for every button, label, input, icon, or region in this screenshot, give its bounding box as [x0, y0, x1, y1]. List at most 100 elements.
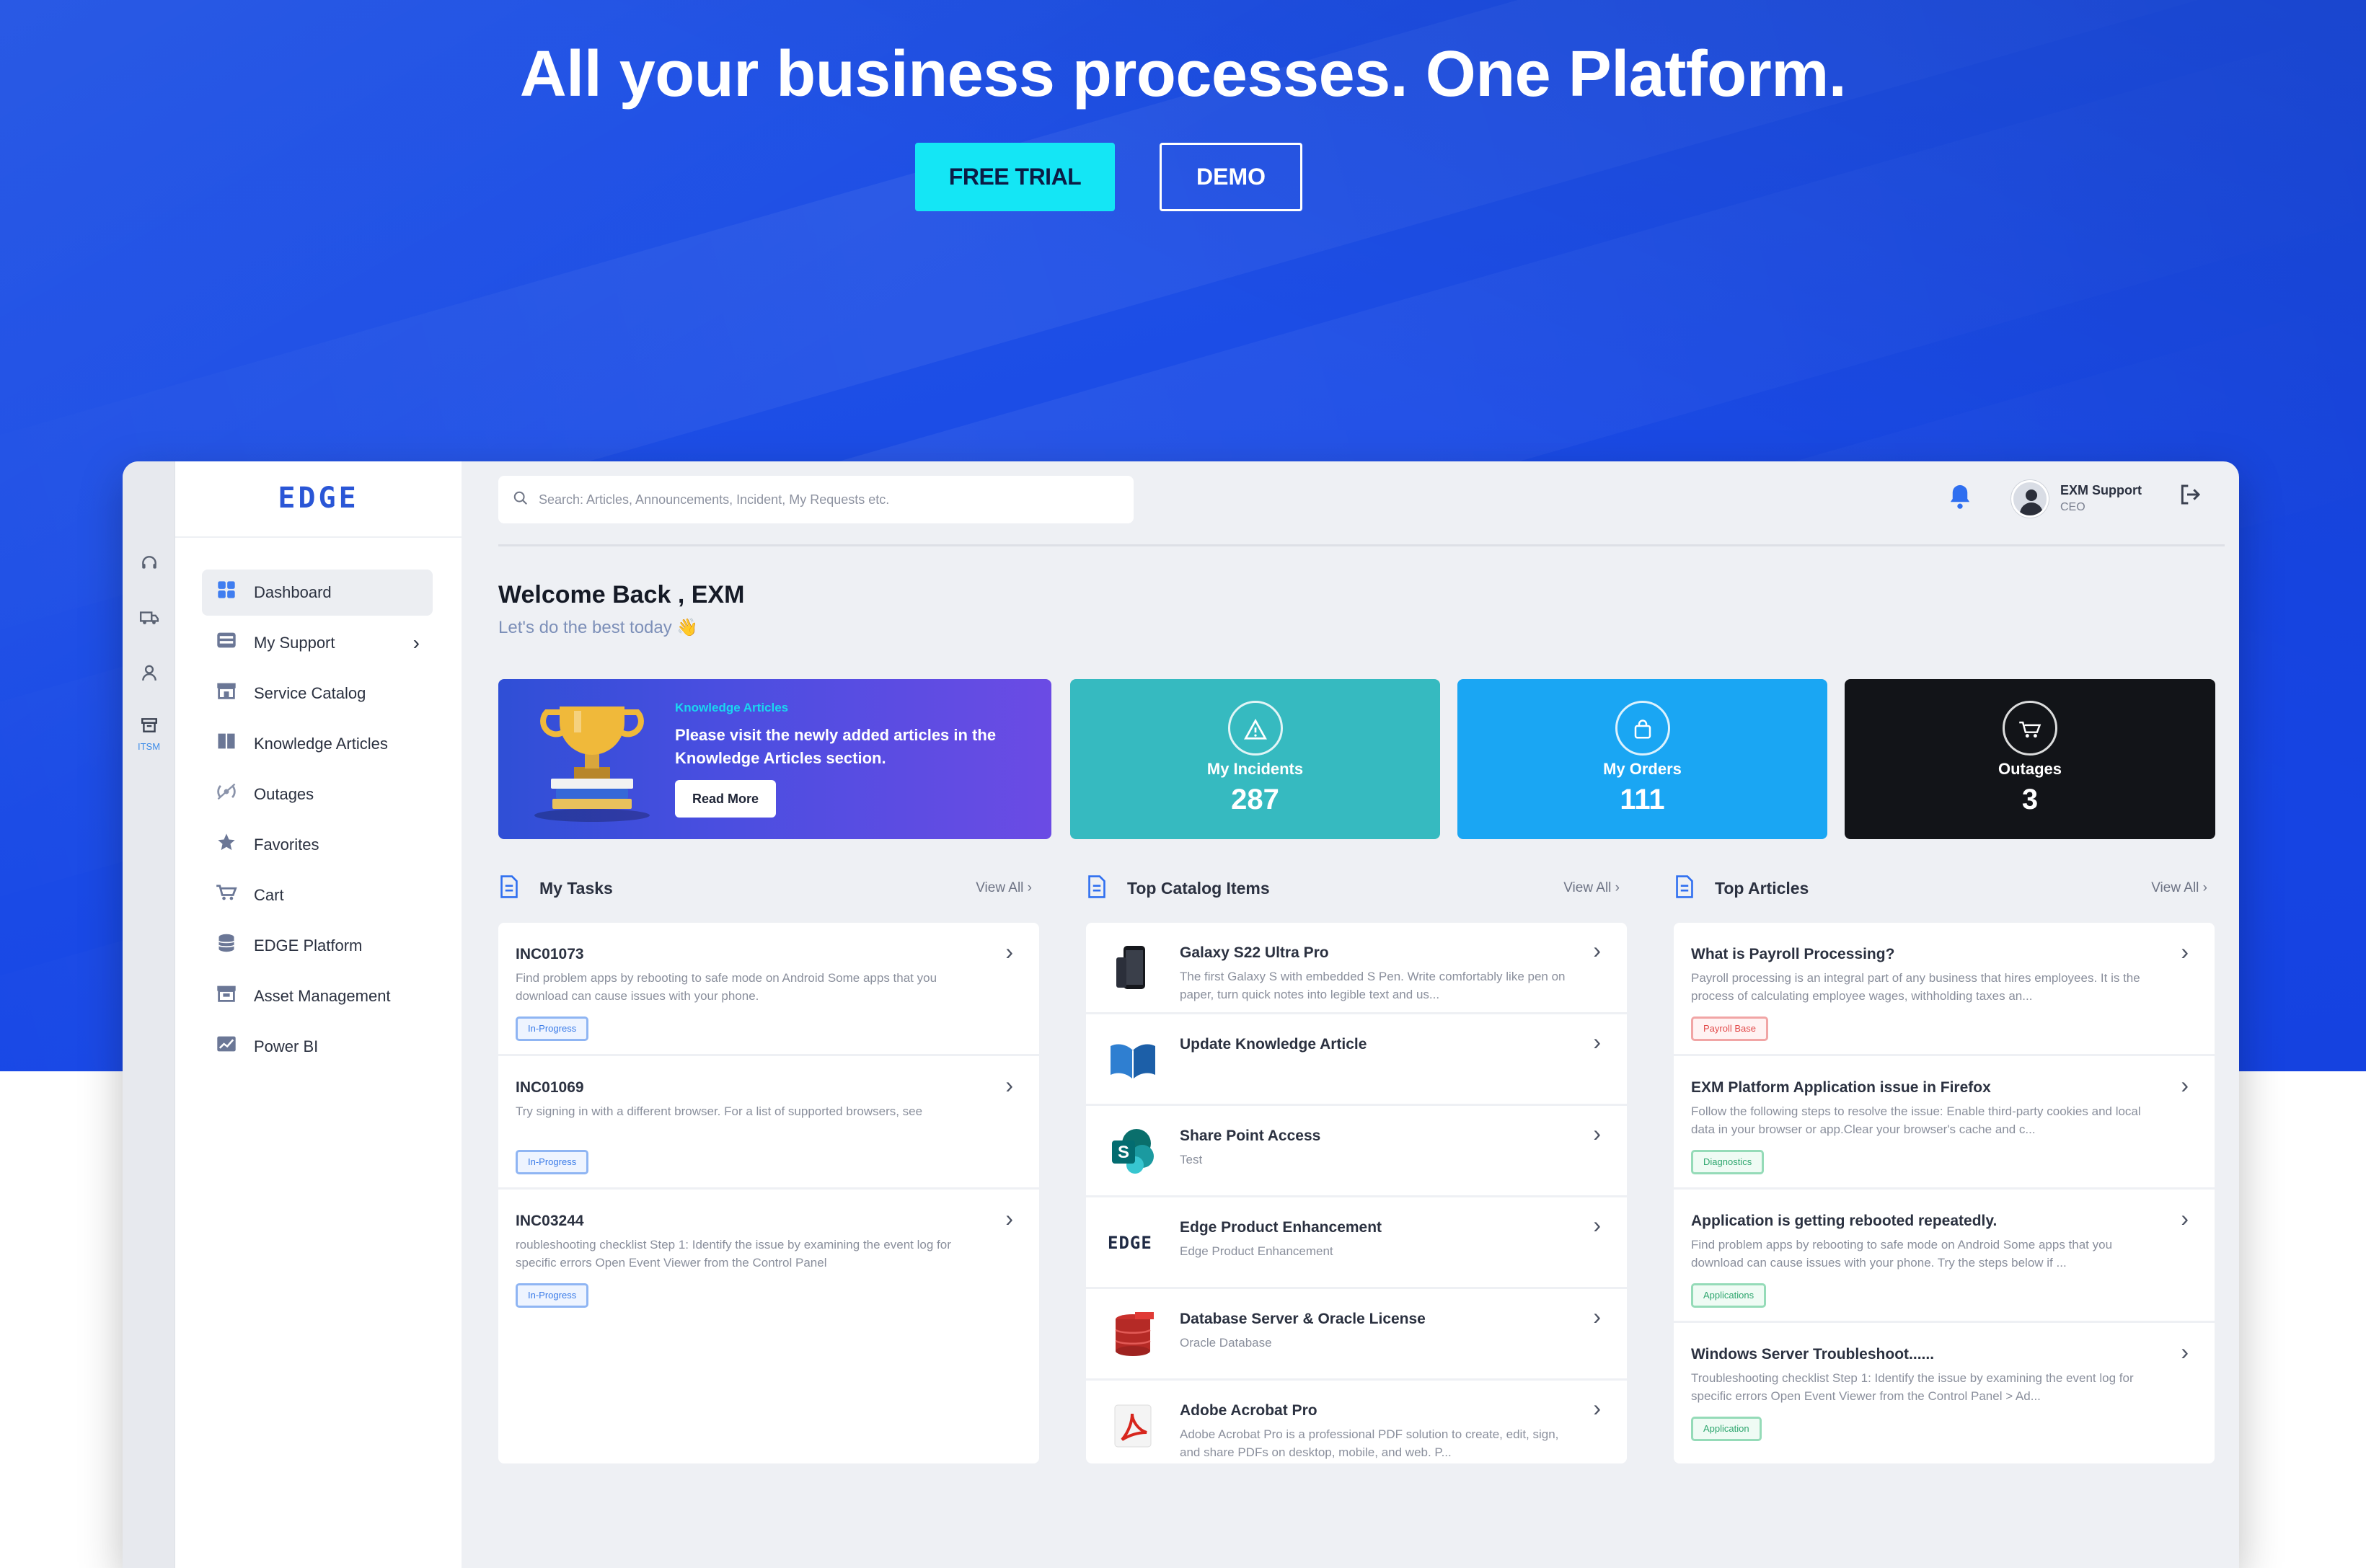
bag-icon — [1615, 701, 1670, 756]
article-item[interactable]: EXM Platform Application issue in Firefo… — [1674, 1056, 2215, 1190]
article-title: EXM Platform Application issue in Firefo… — [1691, 1079, 1991, 1096]
section-title: Top Articles — [1715, 879, 1809, 898]
catalog-item[interactable]: EDGE Edge Product Enhancement Edge Produ… — [1086, 1197, 1627, 1289]
welcome-title: Welcome Back , EXM — [498, 581, 745, 608]
task-item[interactable]: INC03244 roubleshooting checklist Step 1… — [498, 1190, 1039, 1323]
chevron-right-icon: › — [412, 632, 420, 654]
app-window: ITSM EDGE Dashboard My Support › Service… — [123, 461, 2239, 1568]
avatar[interactable] — [2011, 480, 2049, 518]
task-item[interactable]: INC01073 Find problem apps by rebooting … — [498, 923, 1039, 1056]
stat-card-outages[interactable]: Outages 3 — [1845, 679, 2215, 839]
acrobat-icon — [1114, 1404, 1152, 1448]
catalog-item-name: Update Knowledge Article — [1180, 1036, 1367, 1053]
search-input[interactable] — [539, 492, 1101, 508]
document-icon — [498, 874, 520, 905]
truck-icon[interactable] — [123, 608, 175, 632]
task-desc: roubleshooting checklist Step 1: Identif… — [516, 1238, 951, 1270]
catalog-item[interactable]: Update Knowledge Article › — [1086, 1014, 1627, 1106]
sidebar-item-dashboard[interactable]: Dashboard — [202, 570, 433, 616]
article-desc: Troubleshooting checklist Step 1: Identi… — [1691, 1371, 2134, 1403]
sidebar-item-edge-platform[interactable]: EDGE Platform — [202, 923, 433, 969]
catalog-item[interactable]: Galaxy S22 Ultra Pro The first Galaxy S … — [1086, 923, 1627, 1014]
view-all-link[interactable]: View All › — [976, 880, 1032, 896]
catalog-item-name: Adobe Acrobat Pro — [1180, 1402, 1317, 1419]
stat-card-incidents[interactable]: My Incidents 287 — [1070, 679, 1440, 839]
chevron-right-icon: › — [1593, 1303, 1601, 1329]
main-content: EXM Support CEO Welcome Back , EXM Let's… — [462, 461, 2239, 1568]
chevron-right-icon: › — [1593, 1029, 1601, 1055]
phone-icon — [1116, 946, 1145, 989]
sidebar-item-asset-management[interactable]: Asset Management — [202, 973, 433, 1019]
catalog-item-desc — [1180, 1059, 1569, 1077]
user-name[interactable]: EXM Support — [2060, 483, 2142, 498]
chevron-right-icon: › — [2181, 1072, 2189, 1098]
catalog-item[interactable]: Database Server & Oracle License Oracle … — [1086, 1289, 1627, 1381]
demo-button[interactable]: DEMO — [1160, 143, 1302, 211]
article-item[interactable]: Windows Server Troubleshoot...... Troubl… — [1674, 1323, 2215, 1463]
chevron-right-icon: › — [1005, 1072, 1013, 1098]
view-all-link[interactable]: View All › — [2151, 880, 2207, 896]
user-role: CEO — [2060, 501, 2085, 513]
store-icon — [212, 681, 241, 706]
sidebar-item-knowledge-articles[interactable]: Knowledge Articles — [202, 721, 433, 767]
top-catalog-panel: Galaxy S22 Ultra Pro The first Galaxy S … — [1086, 923, 1627, 1463]
catalog-item-desc: Edge Product Enhancement — [1180, 1244, 1333, 1258]
book-icon — [212, 732, 241, 756]
edge-logo[interactable]: EDGE — [175, 482, 462, 525]
sidebar: EDGE Dashboard My Support › Service Cata… — [175, 461, 462, 1568]
user-icon[interactable] — [123, 663, 175, 687]
chevron-right-icon: › — [1593, 1120, 1601, 1146]
bell-icon[interactable] — [1947, 483, 1973, 517]
top-articles-header: Top Articles View All › — [1674, 874, 2215, 903]
sidebar-item-power-bi[interactable]: Power BI — [202, 1024, 433, 1070]
banner-tag: Knowledge Articles — [675, 701, 789, 714]
edge-logo-icon: EDGE — [1108, 1233, 1152, 1253]
section-title: My Tasks — [539, 879, 613, 898]
tag-badge: Applications — [1691, 1283, 1767, 1308]
chevron-right-icon: › — [1005, 939, 1013, 965]
sidebar-item-my-support[interactable]: My Support › — [202, 620, 433, 666]
signal-icon — [212, 782, 241, 807]
headset-icon[interactable] — [123, 554, 175, 577]
logout-icon[interactable] — [2179, 483, 2202, 513]
divider — [498, 544, 2225, 546]
sidebar-item-favorites[interactable]: Favorites — [202, 822, 433, 868]
chevron-right-icon: › — [2181, 939, 2189, 965]
sharepoint-icon: S — [1112, 1129, 1154, 1174]
stat-card-orders[interactable]: My Orders 111 — [1457, 679, 1827, 839]
document-icon — [1086, 874, 1108, 905]
section-title: Top Catalog Items — [1127, 879, 1270, 898]
catalog-item-name: Galaxy S22 Ultra Pro — [1180, 944, 1329, 961]
archive-icon[interactable] — [123, 716, 175, 740]
read-more-button[interactable]: Read More — [675, 780, 776, 818]
chevron-right-icon: › — [2181, 1205, 2189, 1231]
status-badge: In-Progress — [516, 1150, 589, 1174]
catalog-item[interactable]: Adobe Acrobat Pro Adobe Acrobat Pro is a… — [1086, 1381, 1627, 1463]
rail-label-itsm: ITSM — [137, 741, 161, 752]
catalog-item[interactable]: S Share Point Access Test › — [1086, 1106, 1627, 1197]
task-item[interactable]: INC01069 Try signing in with a different… — [498, 1056, 1039, 1190]
chart-icon — [212, 1035, 241, 1059]
sidebar-item-service-catalog[interactable]: Service Catalog — [202, 670, 433, 717]
stat-value: 287 — [1231, 784, 1279, 815]
tag-badge: Diagnostics — [1691, 1150, 1765, 1174]
article-title: What is Payroll Processing? — [1691, 946, 1895, 962]
article-title: Application is getting rebooted repeated… — [1691, 1213, 1998, 1229]
article-item[interactable]: Application is getting rebooted repeated… — [1674, 1190, 2215, 1323]
sidebar-item-cart[interactable]: Cart — [202, 872, 433, 918]
database-icon — [212, 933, 241, 959]
my-tasks-header: My Tasks View All › — [498, 874, 1039, 903]
free-trial-button[interactable]: FREE TRIAL — [915, 143, 1115, 211]
inbox-icon — [212, 631, 241, 655]
grid-icon — [212, 580, 241, 606]
sidebar-item-outages[interactable]: Outages — [202, 771, 433, 818]
view-all-link[interactable]: View All › — [1563, 880, 1620, 896]
article-item[interactable]: What is Payroll Processing? Payroll proc… — [1674, 923, 2215, 1056]
search-bar[interactable] — [498, 476, 1134, 523]
chevron-right-icon: › — [1593, 937, 1601, 963]
tag-badge: Payroll Base — [1691, 1016, 1768, 1041]
knowledge-banner: Knowledge Articles Please visit the newl… — [498, 679, 1051, 839]
stat-value: 3 — [2021, 784, 2039, 815]
open-book-icon — [1111, 1044, 1155, 1079]
search-icon — [513, 489, 529, 511]
